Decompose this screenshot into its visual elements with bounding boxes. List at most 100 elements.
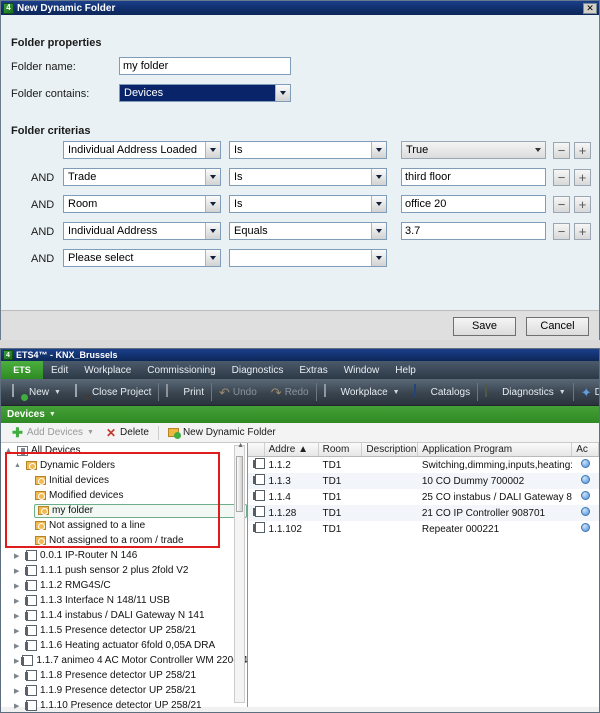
expander-icon[interactable]: ▶ (14, 567, 23, 575)
criteria-operator-select-3[interactable]: Equals (229, 222, 387, 240)
tree-item-label: Initial devices (49, 475, 110, 486)
criteria-minus-button-1[interactable]: − (553, 169, 570, 186)
tree-item-1[interactable]: ▲ Dynamic Folders (1, 458, 247, 473)
table-row[interactable]: 1.1.4 TD1 25 CO instabus / DALI Gateway 80… (248, 489, 599, 505)
tree-scrollbar[interactable] (234, 445, 245, 703)
criteria-plus-button-2[interactable]: + (574, 196, 591, 213)
menu-item-commissioning[interactable]: Commissioning (139, 361, 223, 379)
toolbar-catalogs[interactable]: Catalogs (407, 384, 477, 399)
tree-item-content: 1.1.2 RMG4S/C (23, 580, 247, 591)
criteria-minus-button-3[interactable]: − (553, 223, 570, 240)
tree-item-9[interactable]: ▶ 1.1.2 RMG4S/C (1, 578, 247, 593)
toolbar-device-editor[interactable]: ✦ Device Editor (574, 386, 599, 399)
toolbar-print[interactable]: Print (159, 384, 211, 399)
menu-item-help[interactable]: Help (387, 361, 424, 379)
tree-item-0[interactable]: ▲ All Devices (1, 443, 247, 458)
criteria-field-select-1[interactable]: Trade (63, 168, 221, 186)
tree-item-7[interactable]: ▶ 0.0.1 IP-Router N 146 (1, 548, 247, 563)
table-row[interactable]: 1.1.2 TD1 Switching,dimming,inputs,heating… (248, 457, 599, 473)
criteria-field-select-4[interactable]: Please select (63, 249, 221, 267)
criteria-operator-select-1[interactable]: Is (229, 168, 387, 186)
criteria-plus-button-1[interactable]: + (574, 169, 591, 186)
tree-item-2[interactable]: Initial devices (1, 473, 247, 488)
folder-name-input[interactable]: my folder (119, 57, 291, 75)
delete-button[interactable]: ✕ Delete (100, 427, 155, 439)
tree-item-16[interactable]: ▶ 1.1.9 Presence detector UP 258/21 (1, 683, 247, 698)
expander-icon[interactable]: ▶ (14, 627, 23, 635)
menu-item-workplace[interactable]: Workplace (76, 361, 139, 379)
toolbar-new[interactable]: New ▼ (5, 384, 68, 399)
criteria-value-input-1[interactable]: third floor (401, 168, 546, 186)
toolbar-diagnostics[interactable]: Diagnostics ▼ (478, 384, 573, 399)
criteria-plus-button-3[interactable]: + (574, 223, 591, 240)
criteria-operator-select-4[interactable] (229, 249, 387, 267)
expander-icon[interactable]: ▶ (14, 612, 23, 620)
criteria-field-select-2[interactable]: Room (63, 195, 221, 213)
toolbar-redo[interactable]: ↷ Redo (264, 386, 316, 399)
toolbar-close-project[interactable]: Close Project (68, 384, 158, 399)
tree-item-17[interactable]: ▶ 1.1.10 Presence detector UP 258/21 (1, 698, 247, 712)
tree-item-10[interactable]: ▶ 1.1.3 Interface N 148/11 USB (1, 593, 247, 608)
criteria-plus-button-0[interactable]: + (574, 142, 591, 159)
criteria-operator-select-2[interactable]: Is (229, 195, 387, 213)
table-row[interactable]: 1.1.28 TD1 21 CO IP Controller 908701 (248, 505, 599, 521)
save-button[interactable]: Save (453, 317, 516, 336)
grid-column-header-1[interactable]: Room (319, 443, 363, 456)
tree-item-5[interactable]: Not assigned to a line (1, 518, 247, 533)
tab-devices[interactable]: Devices (7, 409, 45, 420)
expander-icon[interactable]: ▲ (14, 462, 23, 469)
table-row[interactable]: 1.1.102 TD1 Repeater 000221 (248, 521, 599, 537)
tree-scrollbar-thumb[interactable] (236, 456, 243, 512)
redo-arrow-icon: ↷ (270, 384, 282, 400)
criteria-field-select-0[interactable]: Individual Address Loaded (63, 141, 221, 159)
table-row[interactable]: 1.1.3 TD1 10 CO Dummy 700002 (248, 473, 599, 489)
toolbar-undo[interactable]: ↶ Undo (212, 386, 264, 399)
expander-icon[interactable]: ▶ (14, 642, 23, 650)
tree-item-11[interactable]: ▶ 1.1.4 instabus / DALI Gateway N 141 (1, 608, 247, 623)
tree-item-3[interactable]: Modified devices (1, 488, 247, 503)
devices-tab-bar[interactable]: Devices ▼ (1, 406, 599, 423)
criteria-value-select-0[interactable]: True (401, 141, 546, 159)
chevron-down-icon[interactable]: ▼ (49, 411, 56, 418)
menu-item-window[interactable]: Window (336, 361, 388, 379)
expander-icon[interactable]: ▶ (14, 582, 23, 590)
cancel-button[interactable]: Cancel (526, 317, 589, 336)
scroll-up-icon[interactable]: ▲ (237, 442, 244, 449)
tree-item-12[interactable]: ▶ 1.1.5 Presence detector UP 258/21 (1, 623, 247, 638)
expander-icon[interactable]: ▶ (14, 687, 23, 695)
menu-item-diagnostics[interactable]: Diagnostics (224, 361, 292, 379)
tree-item-6[interactable]: Not assigned to a room / trade (1, 533, 247, 548)
expander-icon[interactable]: ▲ (5, 447, 14, 454)
criteria-minus-button-2[interactable]: − (553, 196, 570, 213)
printer-icon (166, 384, 180, 399)
criteria-operator-select-0[interactable]: Is (229, 141, 387, 159)
grid-column-header-4[interactable]: Ac (572, 443, 599, 456)
menu-ets[interactable]: ETS (1, 361, 43, 379)
tree-item-14[interactable]: ▶ 1.1.7 animeo 4 AC Motor Controller WM 2… (1, 653, 260, 668)
tree-item-13[interactable]: ▶ 1.1.6 Heating actuator 6fold 0,05A DRA (1, 638, 247, 653)
criteria-minus-button-0[interactable]: − (553, 142, 570, 159)
cell-room: TD1 (322, 507, 342, 519)
grid-column-header-0[interactable]: Addre ▲ (265, 443, 319, 456)
tree-item-8[interactable]: ▶ 1.1.1 push sensor 2 plus 2fold V2 (1, 563, 247, 578)
menu-item-edit[interactable]: Edit (43, 361, 76, 379)
tree-item-4[interactable]: my folder (1, 503, 247, 518)
criteria-value-input-2[interactable]: office 20 (401, 195, 546, 213)
expander-icon[interactable]: ▶ (14, 552, 23, 560)
expander-icon[interactable]: ▶ (14, 702, 23, 710)
grid-column-header-3[interactable]: Application Program (418, 443, 573, 456)
toolbar-workplace[interactable]: Workplace ▼ (317, 384, 407, 399)
add-devices-button[interactable]: ✚ Add Devices ▼ (6, 426, 100, 439)
menu-items: Edit Workplace Commissioning Diagnostics Ext… (43, 361, 424, 379)
tree-item-15[interactable]: ▶ 1.1.8 Presence detector UP 258/21 (1, 668, 247, 683)
menu-item-extras[interactable]: Extras (291, 361, 335, 379)
folder-contains-select[interactable]: Devices (119, 84, 291, 102)
expander-icon[interactable]: ▶ (14, 597, 23, 605)
tree-item-label: Not assigned to a line (49, 520, 146, 531)
expander-icon[interactable]: ▶ (14, 672, 23, 680)
close-icon[interactable]: ✕ (583, 2, 597, 14)
grid-column-header-2[interactable]: Description (362, 443, 419, 456)
criteria-field-select-3[interactable]: Individual Address (63, 222, 221, 240)
criteria-value-input-3[interactable]: 3.7 (401, 222, 546, 240)
new-dynamic-folder-button[interactable]: New Dynamic Folder (162, 427, 282, 439)
